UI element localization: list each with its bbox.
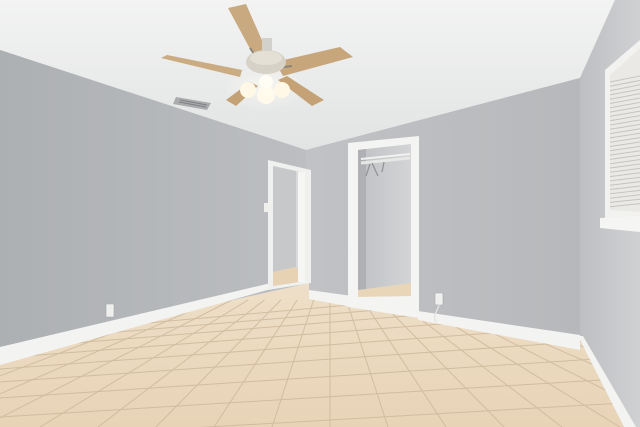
outlet-icon [105,303,115,318]
closet-inner-wall-shadow [358,149,366,290]
light-switch-icon [264,203,268,212]
hallway-door-edge [298,172,305,282]
hallway-far-wall [273,166,296,272]
room-illustration [0,0,640,427]
outlet-icon [434,292,444,306]
room-photo [0,0,640,427]
